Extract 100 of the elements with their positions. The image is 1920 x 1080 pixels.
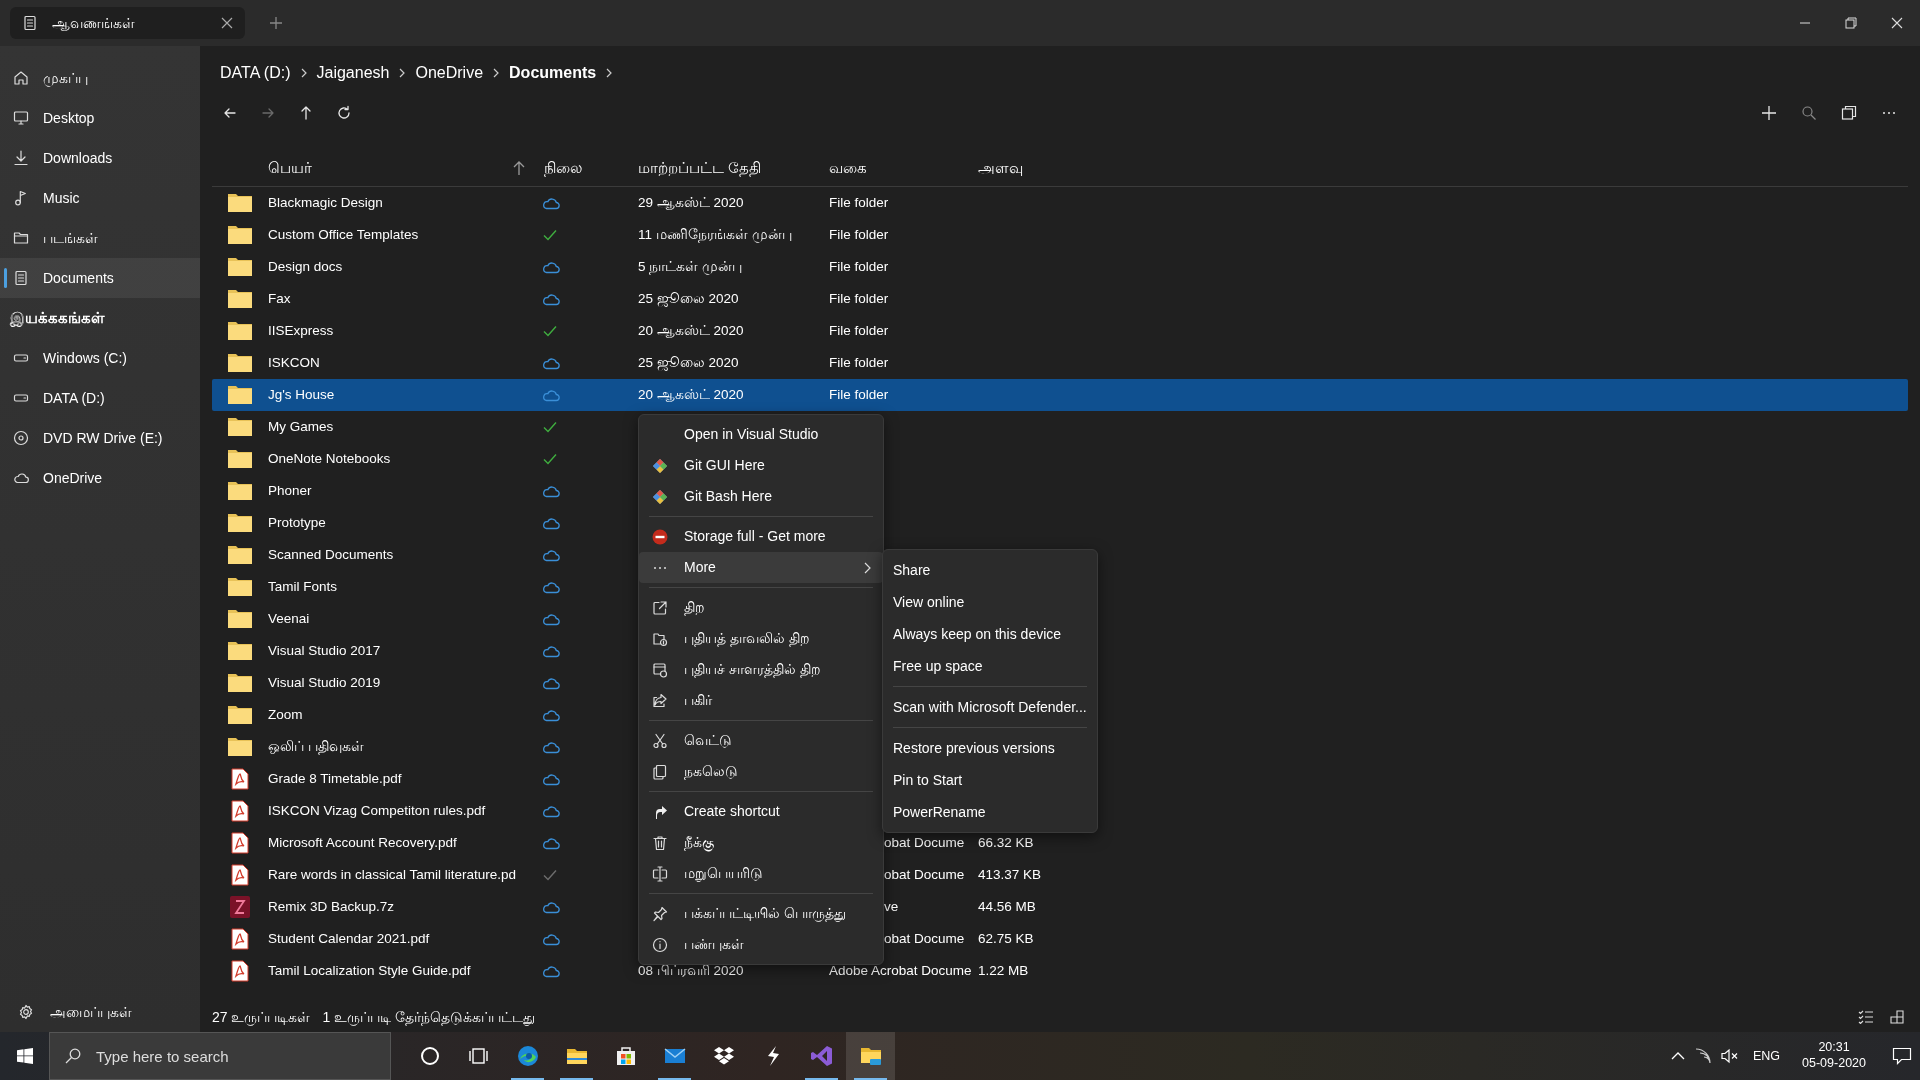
menu-item[interactable]: PowerRename — [883, 796, 1097, 828]
file-name: Tamil Fonts — [268, 577, 339, 596]
menu-item[interactable]: Create shortcut — [639, 796, 883, 827]
menu-item[interactable]: திற — [639, 592, 883, 623]
sidebar-item[interactable]: Music — [0, 178, 200, 218]
sidebar-item[interactable]: OneDrive — [0, 458, 200, 498]
file-name: Blackmagic Design — [268, 193, 384, 212]
search-field[interactable]: Type here to search — [49, 1032, 391, 1080]
menu-item[interactable]: மறுபெயரிடு — [639, 858, 883, 889]
sidebar-item[interactable]: Documents — [0, 258, 200, 298]
column-header[interactable]: மாற்றப்பட்ட தேதி — [638, 156, 762, 180]
file-type: obat Docume — [883, 929, 966, 948]
menu-item[interactable]: பண்புகள் — [639, 929, 883, 960]
file-name: Phoner — [268, 481, 313, 500]
menu-item[interactable]: பகிர் — [639, 685, 883, 716]
menu-item[interactable]: புதியத் தாவலில் திற — [639, 623, 883, 654]
volume-button[interactable] — [1720, 1048, 1739, 1064]
settings-button[interactable]: அமைப்புகள் — [0, 992, 200, 1032]
menu-item[interactable]: View online — [883, 586, 1097, 618]
document-icon — [13, 270, 29, 286]
modified-date: 25 ஜூலை 2020 — [638, 353, 740, 373]
new-tab-icon — [652, 630, 668, 647]
file-row[interactable]: Jg's House 20 ஆகஸ்ட் 2020 File folder — [212, 379, 1908, 411]
tab[interactable]: ஆவணங்கள் — [10, 7, 245, 39]
wifi-icon — [1694, 1048, 1711, 1064]
file-name: OneNote Notebooks — [268, 449, 392, 468]
file-name: Microsoft Account Recovery.pdf — [268, 833, 458, 852]
layout-button[interactable] — [1890, 1010, 1904, 1024]
menu-item[interactable]: புதியச் சாளரத்தில் திற — [639, 654, 883, 685]
modified-date: 5 நாட்கள் முன்பு — [638, 257, 743, 277]
search-icon — [65, 1048, 81, 1064]
menu-item[interactable]: Restore previous versions — [883, 732, 1097, 764]
breadcrumb-item[interactable]: Jaiganesh — [316, 61, 390, 85]
rename-icon — [652, 865, 668, 882]
menu-item[interactable]: Always keep on this device — [883, 618, 1097, 650]
new-tab-button[interactable] — [269, 16, 283, 30]
ellipsis-icon — [653, 565, 667, 570]
clock-time[interactable]: 20:31 — [1818, 1040, 1850, 1056]
chevron-right-icon — [299, 68, 308, 78]
menu-item[interactable]: பக்கப்பட்டியில் பொருத்து — [639, 898, 883, 929]
close-icon — [1891, 17, 1903, 29]
file-type: File folder — [829, 321, 890, 340]
menu-item[interactable]: நகலெடு — [639, 756, 883, 787]
settings-icon — [18, 1004, 34, 1020]
file-name: Scanned Documents — [268, 545, 395, 564]
download-icon — [13, 150, 29, 166]
breadcrumb-item[interactable]: OneDrive — [415, 61, 484, 85]
menu-item[interactable]: Scan with Microsoft Defender... — [883, 691, 1097, 723]
sidebar-item[interactable]: DATA (D:) — [0, 378, 200, 418]
menu-item[interactable]: Share — [883, 554, 1097, 586]
sidebar-item[interactable]: DVD RW Drive (E:) — [0, 418, 200, 458]
show-hidden-icons-button[interactable] — [1670, 1051, 1685, 1061]
clock-date[interactable]: 05-09-2020 — [1802, 1056, 1866, 1072]
menu-item[interactable]: Git Bash Here — [639, 481, 883, 512]
muted-speaker-icon — [1720, 1048, 1739, 1064]
sidebar-item[interactable]: Windows (C:) — [0, 338, 200, 378]
info-icon — [652, 936, 668, 953]
menu-item[interactable]: வெட்டு — [639, 725, 883, 756]
new-window-icon — [652, 661, 668, 678]
close-tab-button[interactable] — [221, 17, 233, 29]
file-name: Design docs — [268, 257, 344, 276]
scissors-icon — [652, 732, 668, 749]
sidebar-item[interactable]: முகப்பு — [0, 58, 200, 98]
sidebar-item[interactable]: Downloads — [0, 138, 200, 178]
sidebar-item[interactable]: படங்கள் — [0, 218, 200, 258]
column-header[interactable]: பெயர் — [268, 156, 312, 180]
menu-item[interactable]: Git GUI Here — [639, 450, 883, 481]
menu-item[interactable]: Storage full - Get more — [639, 521, 883, 552]
file-name: Grade 8 Timetable.pdf — [268, 769, 403, 788]
menu-item[interactable]: நீக்கு — [639, 827, 883, 858]
git-icon — [652, 488, 668, 505]
column-header[interactable]: நிலை — [544, 156, 582, 180]
cloud-icon — [13, 470, 29, 486]
home-icon — [13, 70, 29, 86]
chevron-right-icon — [605, 68, 614, 78]
modified-date: 20 ஆகஸ்ட் 2020 — [638, 321, 745, 340]
language-indicator[interactable]: ENG — [1748, 1046, 1785, 1066]
network-button[interactable] — [1694, 1048, 1711, 1064]
column-header[interactable]: வகை — [829, 156, 867, 180]
file-name: Student Calendar 2021.pdf — [268, 929, 431, 948]
sidebar-item[interactable]: Desktop — [0, 98, 200, 138]
menu-item[interactable]: Open in Visual Studio — [639, 419, 883, 450]
breadcrumb-item[interactable]: DATA (D:) — [220, 61, 291, 85]
overlapping-squares-icon — [1841, 105, 1857, 121]
file-name: ஒலிப் பதிவுகள் — [268, 737, 365, 757]
breadcrumb-item[interactable]: Documents — [509, 61, 597, 85]
status-text: 27 உருப்படிகள் — [212, 1007, 311, 1028]
git-icon — [652, 457, 668, 474]
details-view-button[interactable] — [1858, 1010, 1874, 1024]
taskbar-button[interactable] — [846, 1032, 895, 1080]
menu-item[interactable]: More — [639, 552, 883, 583]
folder-icon — [13, 230, 29, 246]
menu-item[interactable]: Free up space — [883, 650, 1097, 682]
column-header[interactable]: அளவு — [978, 156, 1023, 180]
file-type: File folder — [829, 225, 890, 244]
notifications-button[interactable] — [1892, 1046, 1912, 1066]
file-name: Rare words in classical Tamil literature.pd — [268, 865, 518, 884]
plus-icon — [1761, 105, 1777, 121]
refresh-icon — [336, 105, 352, 121]
menu-item[interactable]: Pin to Start — [883, 764, 1097, 796]
